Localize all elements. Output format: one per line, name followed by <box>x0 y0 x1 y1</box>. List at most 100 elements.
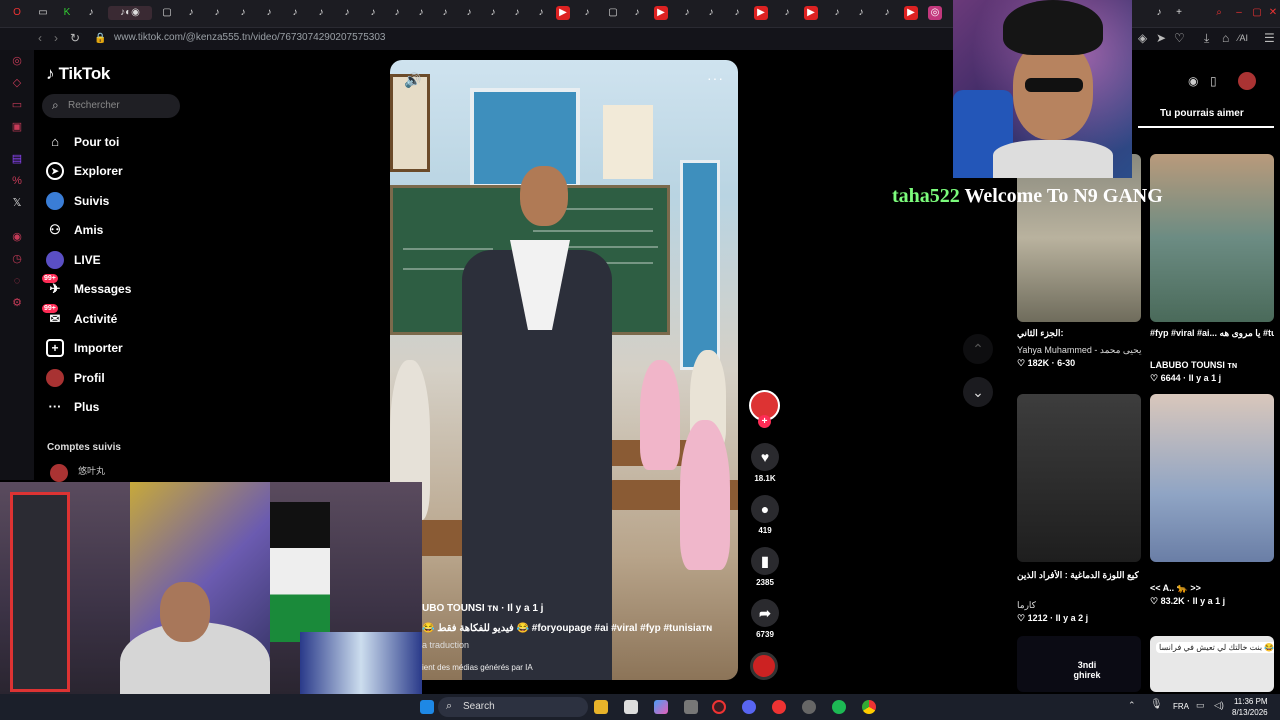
tiktok-tab-icon[interactable]: ♪ <box>486 6 500 20</box>
tiktok-tab-icon[interactable]: ♪ <box>854 6 868 20</box>
avatar[interactable] <box>1238 72 1256 90</box>
tiktok-tab-icon[interactable]: ♪ <box>580 6 594 20</box>
forward-icon[interactable]: › <box>54 31 58 45</box>
volume-icon[interactable]: ◁) <box>1214 700 1224 711</box>
followed-account-name[interactable]: 悠叶丸 <box>78 464 105 477</box>
file-explorer-icon[interactable] <box>594 700 608 714</box>
follow-button[interactable]: + <box>758 415 771 428</box>
aria-icon[interactable]: ◎ <box>10 54 24 68</box>
heart-icon[interactable]: ♡ <box>1174 31 1185 45</box>
search-input[interactable]: ⌕ Rechercher <box>42 94 180 118</box>
instagram-tab-icon[interactable]: ◎ <box>928 6 942 20</box>
youtube-tab-icon[interactable]: ▶ <box>556 6 570 20</box>
tiktok-tab-icon[interactable]: ♪ <box>210 6 224 20</box>
device-icon[interactable]: ▯ <box>1210 74 1217 88</box>
suggestion-card[interactable] <box>1150 154 1274 322</box>
video-creator[interactable]: UBO TOUNSI ᴛɴ · Il y a 1 j <box>422 603 543 614</box>
tiktok-tab-icon[interactable]: ♪ <box>730 6 744 20</box>
suggestion-card[interactable] <box>1150 394 1274 562</box>
calculator-icon[interactable] <box>684 700 698 714</box>
sidebar-app-icon[interactable]: % <box>10 174 24 188</box>
sidebar-app-icon[interactable]: ◇ <box>10 76 24 90</box>
tiktok-tab-icon[interactable]: ♪ <box>314 6 328 20</box>
save-button[interactable]: ▮ 2385 <box>750 547 780 587</box>
back-icon[interactable]: ‹ <box>38 31 42 45</box>
tiktok-tab-icon[interactable]: ♪ <box>462 6 476 20</box>
chevron-up-icon[interactable]: ⌃ <box>1128 700 1136 711</box>
tiktok-logo[interactable]: ♪ TikTok <box>46 64 110 84</box>
ai-icon[interactable]: ⁄AI <box>1238 33 1248 43</box>
nav-item-pour-toi[interactable]: ⌂ Pour toi <box>44 132 224 154</box>
start-icon[interactable] <box>420 700 434 714</box>
obs-icon[interactable] <box>802 700 816 714</box>
download-icon[interactable]: ⤓ <box>1204 31 1209 46</box>
suggestion-card[interactable]: 3ndi ghirek <box>1017 636 1141 692</box>
tiktok-tab-icon[interactable]: ♪ <box>630 6 644 20</box>
translation-link[interactable]: a traduction <box>422 640 469 650</box>
youtube-tab-icon[interactable]: ▶ <box>804 6 818 20</box>
youtube-tab-icon[interactable]: ▶ <box>654 6 668 20</box>
youtube-tab-icon[interactable]: ▶ <box>904 6 918 20</box>
tab-icon-1[interactable]: ▭ <box>36 6 50 20</box>
tiktok-tab-icon[interactable]: ♪ <box>84 6 98 20</box>
nav-item-live[interactable]: LIVE <box>44 250 224 272</box>
like-button[interactable]: ♥ 18.1K <box>750 443 780 483</box>
search-tabs-icon[interactable]: ⌕ <box>1212 6 1226 20</box>
comment-button[interactable]: ● 419 <box>750 495 780 535</box>
tiktok-tab-icon[interactable]: ♪ <box>704 6 718 20</box>
share-button[interactable]: ➦ 6739 <box>750 599 780 639</box>
radar-icon[interactable]: ◉ <box>1188 74 1198 88</box>
more-options-icon[interactable]: ··· <box>707 70 724 86</box>
player-icon[interactable]: ◉ <box>10 230 24 244</box>
tiktok-tab-icon[interactable]: ♪ <box>438 6 452 20</box>
twitch-icon[interactable]: ▤ <box>10 152 24 166</box>
previous-video-button[interactable]: ⌃ <box>963 334 993 364</box>
shield-icon[interactable]: ◈ <box>1138 31 1147 45</box>
tiktok-tab-icon[interactable]: ♪ <box>680 6 694 20</box>
new-tab-icon[interactable]: + <box>1172 6 1186 20</box>
tiktok-tab-icon[interactable]: ♪ <box>390 6 404 20</box>
tiktok-tab-icon[interactable]: ♪ <box>236 6 250 20</box>
nav-item-plus[interactable]: ··· Plus <box>44 397 224 419</box>
tab-icon-4[interactable]: ▢ <box>160 6 174 20</box>
nav-item-profil[interactable]: Profil <box>44 368 224 390</box>
suggestion-card[interactable] <box>1017 394 1141 562</box>
microphone-icon[interactable]: 🎙 <box>1150 699 1163 710</box>
settings-icon[interactable]: ⚙ <box>10 296 24 310</box>
system-clock[interactable]: 11:36 PM 8/13/2026 <box>1232 696 1268 718</box>
reload-icon[interactable]: ↻ <box>70 31 80 45</box>
next-video-button[interactable]: ⌄ <box>963 377 993 407</box>
send-icon[interactable]: ➤ <box>1156 31 1166 45</box>
tiktok-tab-icon[interactable]: ♪ <box>340 6 354 20</box>
taskbar-search[interactable]: ⌕ Search <box>438 697 588 717</box>
tiktok-tab-icon[interactable]: ♪ <box>262 6 276 20</box>
video-player[interactable]: 🔊 ··· UBO TOUNSI ᴛɴ · Il y a 1 j 😂 فيديو… <box>390 60 738 680</box>
url-field[interactable]: www.tiktok.com/@kenza555.tn/video/767307… <box>114 32 385 43</box>
maximize-icon[interactable]: ▢ <box>1250 6 1264 20</box>
tiktok-tab-icon[interactable]: ♪ <box>880 6 894 20</box>
app-icon[interactable] <box>772 700 786 714</box>
tiktok-tab-icon[interactable]: ♪ <box>184 6 198 20</box>
tab-icon-2[interactable]: K <box>60 6 74 20</box>
opera-icon[interactable] <box>712 700 726 714</box>
tiktok-tab-icon[interactable]: ♪ <box>288 6 302 20</box>
store-icon[interactable] <box>624 700 638 714</box>
volume-icon[interactable]: 🔊 <box>404 72 421 89</box>
nav-item-importer[interactable]: + Importer <box>44 338 224 360</box>
nav-item-suivis[interactable]: Suivis <box>44 191 224 213</box>
tiktok-tab-icon[interactable]: ♪ <box>780 6 794 20</box>
tiktok-tab-icon[interactable]: ♪ <box>534 6 548 20</box>
music-disc[interactable] <box>750 652 778 680</box>
avatar[interactable] <box>50 464 68 482</box>
spotify-icon[interactable] <box>832 700 846 714</box>
minimize-icon[interactable]: – <box>1232 6 1246 20</box>
discord-icon[interactable] <box>742 700 756 714</box>
nav-item-messages[interactable]: ✈ 99+ Messages <box>42 274 224 301</box>
language-indicator[interactable]: FRA <box>1173 702 1189 711</box>
sidebar-app-icon[interactable]: ◌ <box>10 274 24 288</box>
x-icon[interactable]: 𝕏 <box>10 196 24 210</box>
nav-item-activite[interactable]: ✉ 99+ Activité <box>42 304 224 331</box>
suggestion-card[interactable]: بنت خالتك لي تعيش في فرانسا 😂😂😂 <box>1150 636 1274 692</box>
chrome-icon[interactable] <box>862 700 876 714</box>
tiktok-tab-icon[interactable]: ♪ <box>1152 6 1166 20</box>
